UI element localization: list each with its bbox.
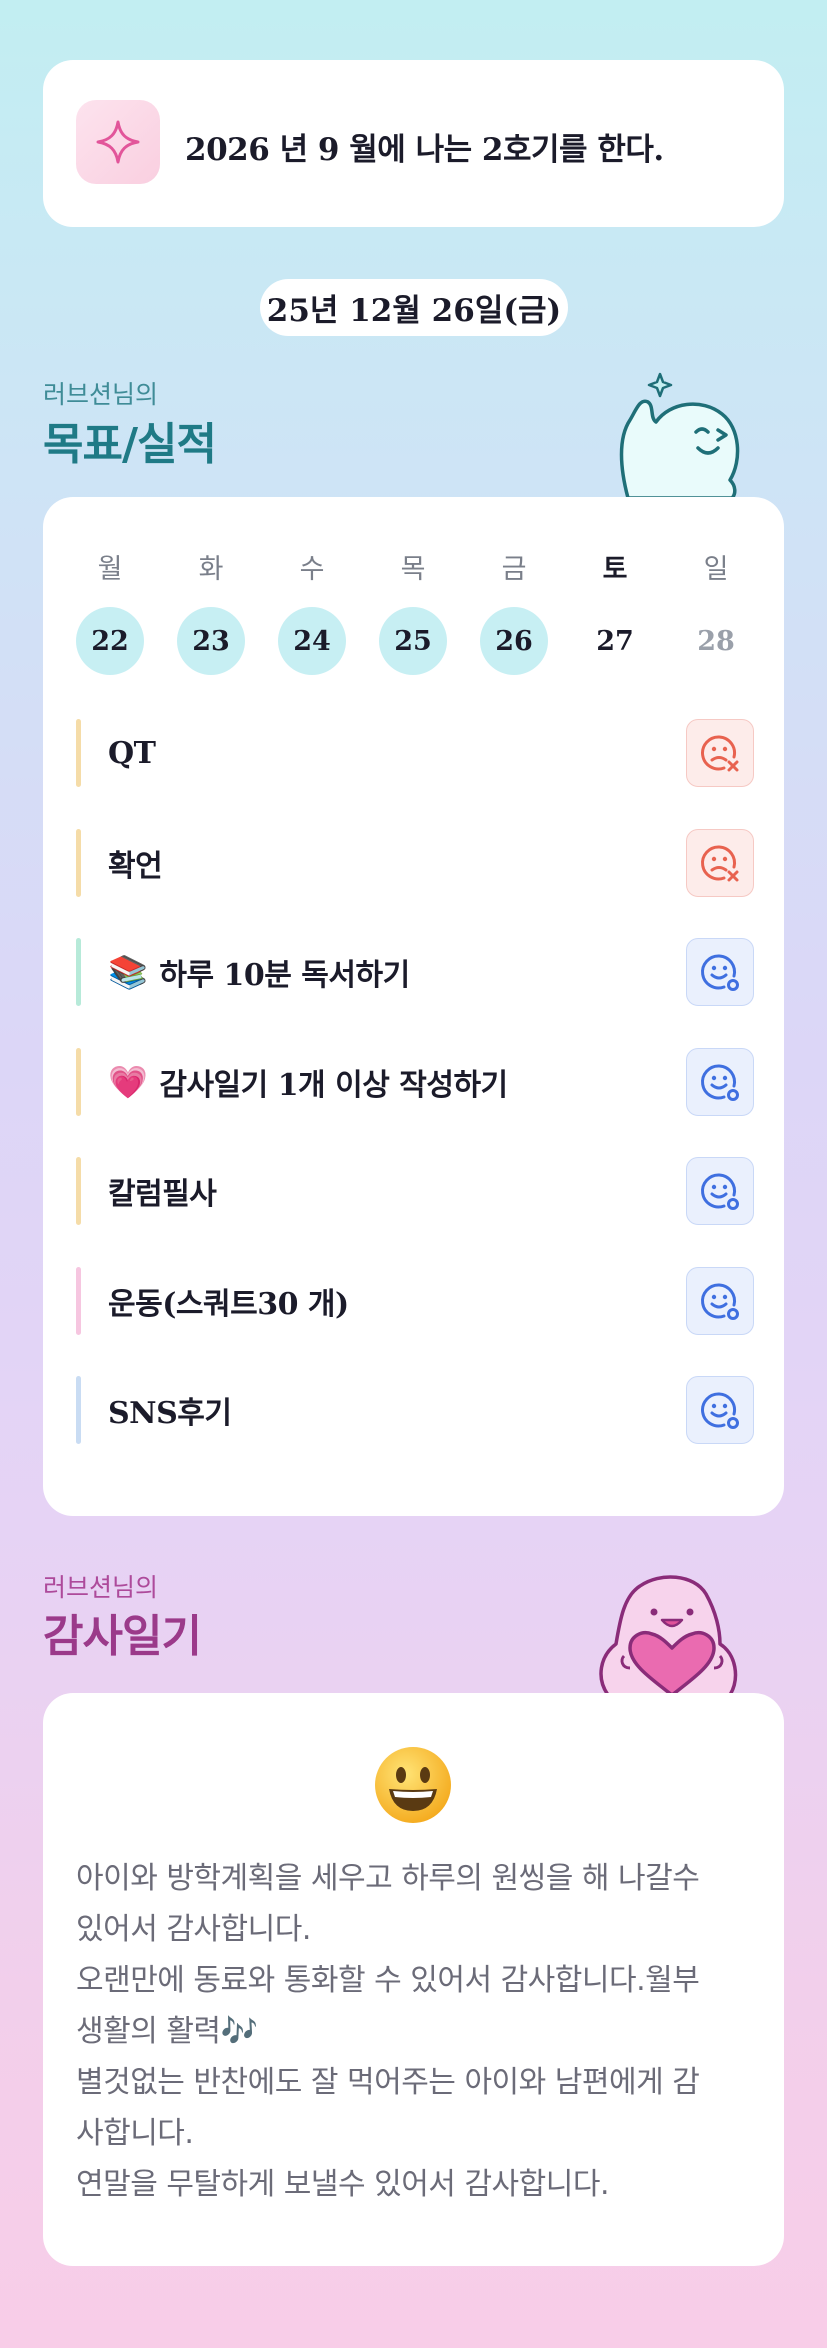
smile-face-done-icon[interactable] (686, 1157, 754, 1225)
goal-label: SNS후기 (108, 1376, 232, 1444)
diary-line: 사합니다. (76, 2116, 194, 2151)
goal-emoji-icon: 📚 (108, 953, 148, 991)
diary-section-title: 감사일기 (43, 1611, 202, 1662)
goal-label: QT (108, 719, 156, 787)
weekday-label: 화 (198, 554, 224, 585)
weekday-label: 금 (501, 554, 527, 585)
goal-row[interactable]: 확언 (76, 828, 754, 897)
diary-line: 연말을 무탈하게 보낼수 있어서 감사합니다. (76, 2167, 609, 2202)
goal-label-text: 칼럼필사 (108, 1177, 217, 1212)
goal-label: 💗 감사일기 1개 이상 작성하기 (108, 1048, 508, 1116)
weekday-label: 목 (400, 554, 426, 585)
sparkle-icon (76, 100, 160, 184)
goal-row[interactable]: QT (76, 719, 754, 787)
smile-face-done-icon[interactable] (686, 1047, 754, 1116)
goal-color-bar (76, 1266, 81, 1335)
diary-line: 아이와 방학계획을 세우고 하루의 원씽을 해 나갈수 (76, 1861, 700, 1896)
goal-color-bar (76, 1047, 81, 1116)
goals-section-title: 목표/실적 (43, 419, 217, 470)
goal-label: 📚 하루 10분 독서하기 (108, 938, 410, 1006)
date-button[interactable]: 26 (480, 607, 548, 675)
mascot-heart-icon (590, 1560, 755, 1697)
goal-color-bar (76, 828, 81, 897)
goal-row[interactable]: 📚 하루 10분 독서하기 (76, 938, 754, 1006)
sad-face-fail-icon[interactable] (686, 719, 754, 787)
date-pill[interactable]: 25년 12월 26일(금) (260, 279, 568, 336)
weekday-label: 수 (299, 554, 325, 585)
goal-label: 칼럼필사 (108, 1157, 217, 1225)
weekday-label: 토 (602, 554, 628, 585)
date-button[interactable]: 27 (581, 607, 649, 675)
weekday-label: 월 (97, 554, 123, 585)
goal-emoji-icon: 💗 (108, 1062, 148, 1101)
date-button[interactable]: 22 (76, 607, 144, 675)
goal-color-bar (76, 719, 81, 787)
diary-section-subtitle: 러브션님의 (43, 1573, 159, 1602)
goal-label: 확언 (108, 829, 163, 897)
goal-label-text: 운동(스쿼트30 개) (108, 1286, 349, 1322)
diary-line: 생활의 활력🎶 (76, 2014, 258, 2049)
sad-face-fail-icon[interactable] (686, 828, 754, 897)
diary-line: 오랜만에 동료와 통화할 수 있어서 감사합니다.월부 (76, 1963, 700, 1998)
goal-label-text: QT (108, 735, 156, 771)
diary-line: 별것없는 반찬에도 잘 먹어주는 아이와 남편에게 감 (76, 2065, 700, 2100)
goal-text: 2026 년 9 월에 나는 2호기를 한다. (185, 132, 664, 168)
goal-color-bar (76, 1376, 81, 1444)
goal-label-text: 감사일기 1개 이상 작성하기 (159, 1067, 508, 1103)
diary-card: 아이와 방학계획을 세우고 하루의 원씽을 해 나갈수있어서 감사합니다. 오랜만… (43, 1693, 784, 2266)
smile-face-done-icon[interactable] (686, 1376, 754, 1444)
goal-label-text: 하루 10분 독서하기 (159, 958, 410, 993)
grinning-face-icon (373, 1745, 453, 1825)
smile-face-done-icon[interactable] (686, 938, 754, 1006)
goal-label: 운동(스쿼트30 개) (108, 1267, 349, 1335)
goals-section-subtitle: 러브션님의 (43, 380, 159, 409)
goal-label-text: 확언 (108, 848, 163, 884)
diary-line: 있어서 감사합니다. (76, 1912, 311, 1947)
date-button[interactable]: 25 (379, 607, 447, 675)
goal-card: 2026 년 9 월에 나는 2호기를 한다. (43, 60, 784, 227)
goal-row[interactable]: 칼럼필사 (76, 1157, 754, 1225)
goal-row[interactable]: 💗 감사일기 1개 이상 작성하기 (76, 1047, 754, 1116)
weekday-label: 일 (703, 554, 729, 585)
smile-face-done-icon[interactable] (686, 1266, 754, 1335)
diary-text: 아이와 방학계획을 세우고 하루의 원씽을 해 나갈수있어서 감사합니다. 오랜만… (76, 1853, 756, 2210)
mascot-waving-icon (590, 368, 755, 500)
goals-card: 월 22 화 23 수 24 목 25 금 26 토 27 일 28 QT 확언 📚 하루 10분 독서하기 💗 감… (43, 497, 784, 1516)
goal-label-text: SNS후기 (108, 1396, 232, 1431)
date-button[interactable]: 24 (278, 607, 346, 675)
goal-color-bar (76, 938, 81, 1006)
date-button[interactable]: 23 (177, 607, 245, 675)
goal-color-bar (76, 1157, 81, 1225)
goal-row[interactable]: SNS후기 (76, 1376, 754, 1444)
goal-row[interactable]: 운동(스쿼트30 개) (76, 1266, 754, 1335)
date-button[interactable]: 28 (682, 607, 750, 675)
